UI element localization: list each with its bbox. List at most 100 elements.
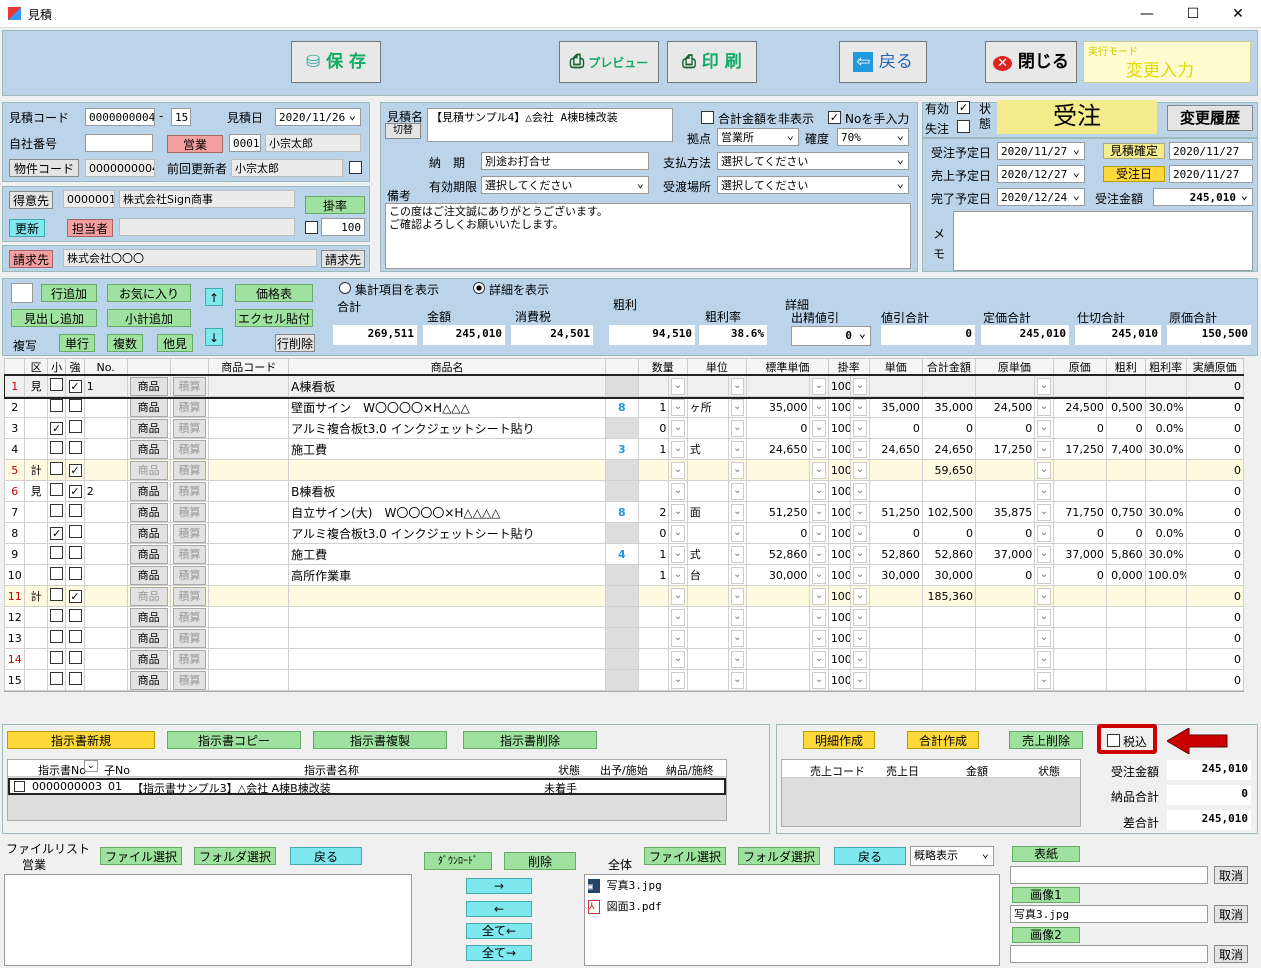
- row-no[interactable]: [83, 669, 128, 691]
- row-badge-cell[interactable]: [605, 627, 639, 649]
- row-price[interactable]: [868, 627, 923, 649]
- print-button[interactable]: ⎙ 印 刷: [667, 41, 757, 83]
- sales-button[interactable]: 営業: [167, 135, 223, 153]
- row-qty-dropdown[interactable]: ⌄: [668, 480, 688, 502]
- file-select-button-2[interactable]: ファイル選択: [644, 847, 726, 865]
- row-unit-dropdown[interactable]: ⌄: [727, 438, 748, 460]
- grid-col-13[interactable]: 単価: [868, 358, 923, 376]
- row-rate[interactable]: 100: [827, 396, 852, 418]
- row-estimate-cell[interactable]: 積算: [169, 669, 210, 691]
- folder-select-button[interactable]: フォルダ選択: [194, 847, 276, 865]
- row-std-dropdown[interactable]: ⌄: [809, 543, 829, 565]
- estimate-button[interactable]: 積算: [172, 418, 207, 438]
- row-estimate-cell[interactable]: 積算: [169, 375, 210, 397]
- excel-paste-button[interactable]: エクセル貼付: [235, 309, 313, 327]
- chevron-down-icon[interactable]: ⌄: [1037, 608, 1051, 626]
- row-qty[interactable]: [637, 627, 670, 649]
- row-badge-cell[interactable]: [605, 375, 639, 397]
- row-unit-cost[interactable]: 37,000: [974, 543, 1036, 565]
- subtotal-add-button[interactable]: 小計追加: [107, 309, 191, 327]
- chevron-down-icon[interactable]: ⌄: [1037, 566, 1051, 584]
- row-estimate-cell[interactable]: 積算: [169, 606, 210, 628]
- chevron-down-icon[interactable]: ⌄: [853, 587, 867, 605]
- validity-select[interactable]: 選択してください: [481, 176, 649, 194]
- product-button[interactable]: 商品: [129, 523, 168, 543]
- row-product-name[interactable]: アルミ複合板t3.0 インクジェットシート貼り: [288, 417, 607, 439]
- table-row[interactable]: 8 ✓ 商品 積算 アルミ複合板t3.0 インクジェットシート貼り 0 ⌄ ⌄ 0 ⌄ 100 ⌄ 0 0…: [4, 522, 1244, 544]
- chevron-down-icon[interactable]: ⌄: [812, 587, 826, 605]
- property-code-button[interactable]: 物件コード: [9, 159, 79, 177]
- show-total-radio[interactable]: [339, 282, 351, 294]
- notes-field[interactable]: この度はご注文誠にありがとうございます。 ご確認よろしくお願いいたします。: [385, 203, 911, 269]
- chevron-down-icon[interactable]: ⌄: [1037, 398, 1051, 416]
- row-estimate-cell[interactable]: 積算: [169, 648, 210, 670]
- chevron-down-icon[interactable]: ⌄: [1037, 650, 1051, 668]
- row-unit-cost[interactable]: [974, 627, 1036, 649]
- handover-select[interactable]: 選択してください: [717, 176, 909, 194]
- chevron-down-icon[interactable]: ⌄: [812, 650, 826, 668]
- favorites-button[interactable]: お気に入り: [107, 284, 191, 302]
- estimate-button[interactable]: 積算: [172, 397, 207, 417]
- row-rate-dropdown[interactable]: ⌄: [850, 564, 870, 586]
- image2-button[interactable]: 画像2: [1012, 927, 1080, 943]
- row-rate[interactable]: 100: [827, 585, 852, 607]
- table-row[interactable]: 4 商品 積算 施工費 3 1 ⌄ 式 ⌄ 24,650 ⌄ 100 ⌄ 24,650 24,650 17,2…: [4, 438, 1244, 460]
- estimate-button[interactable]: 積算: [172, 607, 207, 627]
- grid-col-1[interactable]: 小: [46, 358, 67, 376]
- row-estimate-cell[interactable]: 積算: [169, 543, 210, 565]
- row-qty-dropdown[interactable]: ⌄: [668, 438, 688, 460]
- estimate-button[interactable]: 積算: [172, 628, 207, 648]
- row-price[interactable]: 30,000: [868, 564, 923, 586]
- row-no[interactable]: [83, 564, 128, 586]
- row-product-code[interactable]: [208, 480, 290, 502]
- move-all-right-button[interactable]: 全て→: [466, 945, 532, 961]
- row-std-dropdown[interactable]: ⌄: [809, 375, 829, 397]
- estimate-button[interactable]: 積算: [172, 376, 207, 396]
- row-std-dropdown[interactable]: ⌄: [809, 396, 829, 418]
- quote-confirm-button[interactable]: 見積確定: [1103, 143, 1165, 159]
- chevron-down-icon[interactable]: ⌄: [671, 503, 685, 521]
- rate-button[interactable]: 掛率: [305, 196, 365, 214]
- row-no[interactable]: [83, 438, 128, 460]
- row-qty[interactable]: 1: [637, 396, 670, 418]
- order-delete-button[interactable]: 指示書削除: [463, 731, 597, 749]
- chevron-down-icon[interactable]: ⌄: [853, 482, 867, 500]
- row-product-code[interactable]: [208, 543, 290, 565]
- row-unit-cost[interactable]: [974, 585, 1036, 607]
- row-kind[interactable]: 見: [24, 480, 48, 502]
- row-unit-cost[interactable]: 24,500: [974, 396, 1036, 418]
- chevron-down-icon[interactable]: ⌄: [671, 419, 685, 437]
- grid-col-4[interactable]: [126, 358, 171, 376]
- row-rate[interactable]: 100: [827, 669, 852, 691]
- rate-checkbox[interactable]: [305, 221, 318, 234]
- row-unit-cost[interactable]: [974, 648, 1036, 670]
- estimate-button[interactable]: 積算: [172, 565, 207, 585]
- estimate-button[interactable]: 積算: [172, 523, 207, 543]
- row-badge-cell[interactable]: [605, 648, 639, 670]
- row-unit[interactable]: [686, 585, 729, 607]
- row-product-cell[interactable]: 商品: [126, 501, 171, 523]
- chevron-down-icon[interactable]: ⌄: [730, 524, 745, 542]
- chevron-down-icon[interactable]: ⌄: [812, 377, 826, 395]
- row-strong-checkbox[interactable]: [65, 438, 85, 460]
- chevron-down-icon[interactable]: ⌄: [1037, 419, 1051, 437]
- row-product-name[interactable]: 施工費: [288, 543, 607, 565]
- row-unit-dropdown[interactable]: ⌄: [727, 396, 748, 418]
- cover-button[interactable]: 表紙: [1012, 846, 1080, 862]
- chevron-down-icon[interactable]: ⌄: [1037, 587, 1051, 605]
- row-qty[interactable]: [637, 606, 670, 628]
- product-button[interactable]: 商品: [129, 670, 168, 690]
- row-unit-cost[interactable]: [974, 459, 1036, 481]
- row-std-price[interactable]: 30,000: [746, 564, 811, 586]
- row-std-dropdown[interactable]: ⌄: [809, 438, 829, 460]
- row-strong-checkbox[interactable]: ✓: [65, 585, 85, 607]
- row-unit-cost[interactable]: 0: [974, 522, 1036, 544]
- order-plan-date[interactable]: 2020/11/27: [997, 142, 1085, 160]
- chevron-down-icon[interactable]: ⌄: [812, 503, 826, 521]
- table-row[interactable]: 7 商品 積算 自立サイン(大) W〇〇〇〇×H△△△△ 8 2 ⌄ 面 ⌄ 51,250 ⌄ 100…: [4, 501, 1244, 523]
- chevron-down-icon[interactable]: ⌄: [730, 566, 745, 584]
- row-qty[interactable]: 1: [637, 438, 670, 460]
- row-rate[interactable]: 100: [827, 648, 852, 670]
- table-row[interactable]: 13 商品 積算 ⌄ ⌄ ⌄ 100 ⌄ ⌄ 0: [4, 627, 1244, 649]
- row-unit-cost[interactable]: [974, 606, 1036, 628]
